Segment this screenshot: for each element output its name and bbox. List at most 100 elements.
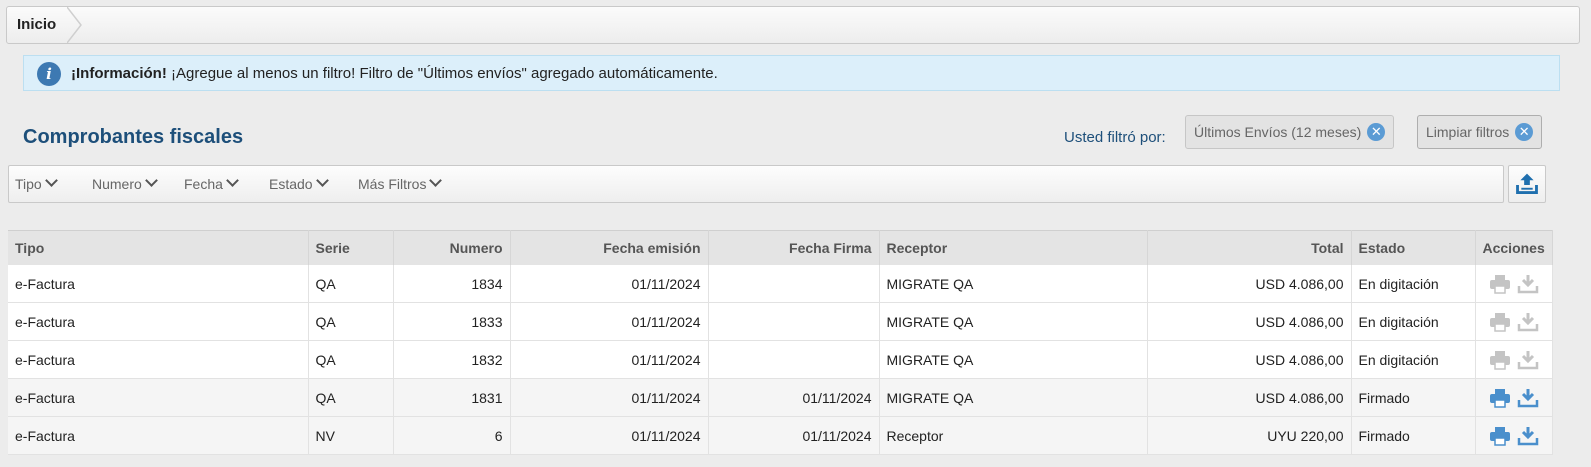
cell-tipo: e-Factura <box>8 340 309 379</box>
column-header-total[interactable]: Total <box>1147 230 1352 265</box>
download-icon <box>1517 274 1539 294</box>
filter-numero-label: Numero <box>92 176 142 192</box>
chevron-down-icon <box>429 174 443 187</box>
cell-total: USD 4.086,00 <box>1147 340 1352 379</box>
cell-receptor: MIGRATE QA <box>879 265 1148 303</box>
close-icon[interactable]: ✕ <box>1515 123 1534 142</box>
column-header-acciones: Acciones <box>1475 230 1553 265</box>
filter-numero[interactable]: Numero <box>92 166 158 202</box>
info-icon: i <box>37 62 61 86</box>
chevron-down-icon <box>226 174 239 187</box>
cell-acciones <box>1475 302 1553 341</box>
cell-serie: QA <box>308 378 394 417</box>
cell-receptor: MIGRATE QA <box>879 340 1148 379</box>
cell-acciones <box>1475 378 1553 417</box>
cell-fecha-firma: 01/11/2024 <box>708 416 880 455</box>
filter-tipo-label: Tipo <box>15 176 42 192</box>
export-button[interactable] <box>1508 165 1546 203</box>
cell-total: UYU 220,00 <box>1147 416 1352 455</box>
column-header-tipo[interactable]: Tipo <box>8 230 309 265</box>
column-header-fecha-emision[interactable]: Fecha emisión <box>510 230 709 265</box>
table-row[interactable]: e-Factura QA 1831 01/11/2024 01/11/2024 MIGRA… <box>8 378 1553 417</box>
cell-acciones <box>1475 340 1553 379</box>
cell-estado: En digitación <box>1351 302 1476 341</box>
column-header-estado[interactable]: Estado <box>1351 230 1476 265</box>
upload-tray-icon <box>1516 173 1538 194</box>
cell-serie: QA <box>308 265 394 303</box>
cell-serie: QA <box>308 340 394 379</box>
printer-icon[interactable] <box>1489 388 1511 408</box>
download-icon <box>1517 312 1539 332</box>
cell-fecha-emision: 01/11/2024 <box>510 265 709 303</box>
printer-icon <box>1489 350 1511 370</box>
cell-tipo: e-Factura <box>8 302 309 341</box>
alert-text: ¡Información! ¡Agregue al menos un filtr… <box>71 56 718 92</box>
active-filter-label: Últimos Envíos (12 meses) <box>1194 124 1362 140</box>
cell-fecha-emision: 01/11/2024 <box>510 340 709 379</box>
table-row[interactable]: e-Factura QA 1833 01/11/2024 MIGRATE QA USD 4… <box>8 302 1553 341</box>
cell-fecha-emision: 01/11/2024 <box>510 378 709 417</box>
table-row[interactable]: e-Factura NV 6 01/11/2024 01/11/2024 Receptor… <box>8 416 1553 455</box>
cell-estado: Firmado <box>1351 416 1476 455</box>
filter-mas-filtros[interactable]: Más Filtros <box>358 166 443 202</box>
printer-icon[interactable] <box>1489 426 1511 446</box>
chevron-down-icon <box>315 174 329 187</box>
cell-receptor: MIGRATE QA <box>879 378 1148 417</box>
cell-total: USD 4.086,00 <box>1147 378 1352 417</box>
column-header-fecha-firma[interactable]: Fecha Firma <box>708 230 880 265</box>
printer-icon <box>1489 274 1511 294</box>
cell-numero: 1831 <box>393 378 511 417</box>
table-header-row: Tipo Serie Numero Fecha emisión Fecha Fi… <box>8 230 1553 265</box>
filter-estado-label: Estado <box>269 176 313 192</box>
clear-filters-label: Limpiar filtros <box>1426 124 1510 140</box>
breadcrumb-separator-icon <box>67 7 82 43</box>
printer-icon <box>1489 312 1511 332</box>
cell-total: USD 4.086,00 <box>1147 265 1352 303</box>
cell-numero: 6 <box>393 416 511 455</box>
cell-estado: Firmado <box>1351 378 1476 417</box>
close-icon[interactable]: ✕ <box>1367 123 1386 142</box>
column-header-serie[interactable]: Serie <box>308 230 394 265</box>
filter-fecha-label: Fecha <box>184 176 223 192</box>
table-row[interactable]: e-Factura QA 1832 01/11/2024 MIGRATE QA USD 4… <box>8 340 1553 379</box>
cell-estado: En digitación <box>1351 340 1476 379</box>
breadcrumb-home[interactable]: Inicio <box>7 7 68 43</box>
cell-estado: En digitación <box>1351 265 1476 303</box>
cell-tipo: e-Factura <box>8 265 309 303</box>
cell-serie: NV <box>308 416 394 455</box>
cell-fecha-emision: 01/11/2024 <box>510 302 709 341</box>
filter-mas-filtros-label: Más Filtros <box>358 176 427 192</box>
filter-estado[interactable]: Estado <box>269 166 329 202</box>
cell-fecha-firma <box>708 265 880 303</box>
cell-numero: 1833 <box>393 302 511 341</box>
page-title: Comprobantes fiscales <box>23 126 244 148</box>
cell-acciones <box>1475 416 1553 455</box>
filter-fecha[interactable]: Fecha <box>184 166 239 202</box>
filter-tipo[interactable]: Tipo <box>15 166 58 202</box>
download-icon[interactable] <box>1517 388 1539 408</box>
clear-filters-button[interactable]: Limpiar filtros ✕ <box>1417 115 1543 149</box>
active-filter-chip: Últimos Envíos (12 meses) ✕ <box>1185 115 1395 149</box>
cell-acciones <box>1475 265 1553 303</box>
cell-total: USD 4.086,00 <box>1147 302 1352 341</box>
filter-bar: Tipo Numero Fecha Estado Más Filtros <box>8 165 1504 203</box>
cell-receptor: Receptor <box>879 416 1148 455</box>
alert-message: ¡Agregue al menos un filtro! Filtro de "… <box>171 65 718 82</box>
table-row[interactable]: e-Factura QA 1834 01/11/2024 MIGRATE QA USD 4… <box>8 265 1553 303</box>
chevron-down-icon <box>44 174 58 187</box>
invoices-table: Tipo Serie Numero Fecha emisión Fecha Fi… <box>8 230 1553 455</box>
column-header-receptor[interactable]: Receptor <box>879 230 1148 265</box>
download-icon[interactable] <box>1517 426 1539 446</box>
cell-receptor: MIGRATE QA <box>879 302 1148 341</box>
cell-numero: 1832 <box>393 340 511 379</box>
cell-tipo: e-Factura <box>8 416 309 455</box>
cell-fecha-firma <box>708 340 880 379</box>
cell-numero: 1834 <box>393 265 511 303</box>
info-alert: i ¡Información! ¡Agregue al menos un fil… <box>23 55 1560 91</box>
cell-fecha-firma: 01/11/2024 <box>708 378 880 417</box>
alert-title: ¡Información! <box>71 65 167 82</box>
column-header-numero[interactable]: Numero <box>393 230 511 265</box>
cell-fecha-emision: 01/11/2024 <box>510 416 709 455</box>
chevron-down-icon <box>144 174 158 187</box>
cell-fecha-firma <box>708 302 880 341</box>
